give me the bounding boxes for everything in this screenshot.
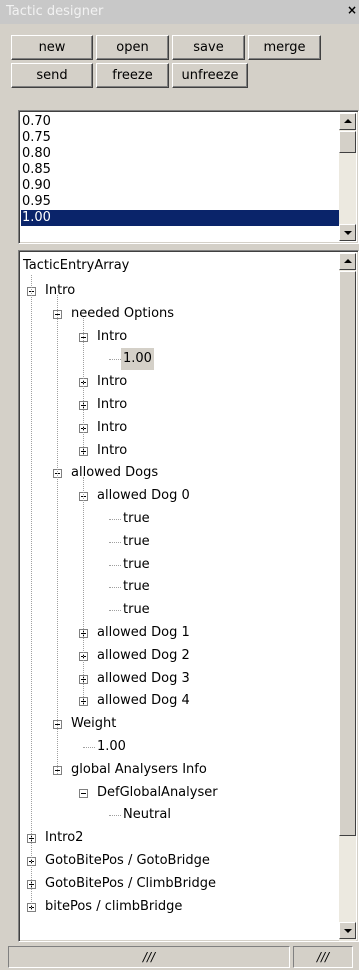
status-panel-side: /// bbox=[293, 946, 353, 968]
unfreeze-button[interactable]: unfreeze bbox=[172, 63, 248, 88]
tree-node[interactable]: DefGlobalAnalyser bbox=[97, 782, 218, 804]
list-item[interactable]: 0.95 bbox=[21, 194, 340, 210]
scroll-thumb[interactable] bbox=[339, 271, 356, 836]
tree-node[interactable]: allowed Dog 3 bbox=[97, 668, 190, 690]
tree-node[interactable]: allowed Dog 1 bbox=[97, 622, 190, 644]
window-title: Tactic designer bbox=[6, 4, 104, 19]
tree-scrollbar[interactable] bbox=[339, 253, 356, 941]
list-item[interactable]: 0.70 bbox=[21, 114, 340, 130]
list-item[interactable]: 0.85 bbox=[21, 162, 340, 178]
tree-node[interactable]: GotoBitePos / GotoBridge bbox=[45, 850, 210, 872]
value-listbox[interactable]: 0.70 0.75 0.80 0.85 0.90 0.95 1.00 bbox=[18, 110, 359, 244]
list-item[interactable]: 0.90 bbox=[21, 178, 340, 194]
status-panel-main: /// bbox=[8, 946, 290, 968]
tree-connector bbox=[109, 610, 121, 612]
tactic-tree[interactable]: TacticEntryArray Intro needed Options Intr… bbox=[18, 250, 359, 942]
tree-node[interactable]: 1.00 bbox=[97, 736, 126, 758]
list-item[interactable]: 0.75 bbox=[21, 130, 340, 146]
collapse-icon[interactable] bbox=[79, 788, 88, 798]
tree-root[interactable]: TacticEntryArray bbox=[23, 255, 129, 277]
tree-node[interactable]: Intro bbox=[45, 280, 75, 302]
freeze-button[interactable]: freeze bbox=[96, 63, 169, 88]
tree-node[interactable]: 1.00 bbox=[121, 348, 154, 371]
tree-guide-line bbox=[57, 295, 58, 774]
tree-node[interactable]: allowed Dog 2 bbox=[97, 645, 190, 667]
send-button[interactable]: send bbox=[11, 63, 93, 88]
tree-node[interactable]: Neutral bbox=[123, 804, 171, 826]
up-arrow-icon bbox=[344, 119, 352, 123]
tree-node[interactable]: Intro bbox=[97, 371, 127, 393]
tree-node[interactable]: bitePos / climbBridge bbox=[45, 896, 182, 918]
tree-node[interactable]: allowed Dog 4 bbox=[97, 690, 190, 712]
tree-connector bbox=[83, 747, 95, 748]
tree-node[interactable]: allowed Dogs bbox=[71, 462, 158, 484]
tree-node[interactable]: Intro2 bbox=[45, 827, 83, 849]
list-item-selected[interactable]: 1.00 bbox=[21, 210, 340, 226]
tree-node[interactable]: Intro bbox=[97, 417, 127, 439]
scroll-down-button[interactable] bbox=[339, 922, 356, 939]
tree-node[interactable]: Weight bbox=[71, 713, 116, 735]
status-bar: /// /// bbox=[0, 944, 359, 970]
up-arrow-icon bbox=[344, 259, 352, 263]
tree-connector bbox=[109, 519, 121, 520]
tree-guide-line bbox=[83, 477, 84, 706]
list-scrollbar[interactable] bbox=[339, 113, 356, 241]
merge-button[interactable]: merge bbox=[248, 35, 321, 60]
scroll-up-button[interactable] bbox=[339, 253, 356, 270]
scroll-down-button[interactable] bbox=[339, 224, 356, 241]
scroll-up-button[interactable] bbox=[339, 113, 356, 130]
down-arrow-icon bbox=[344, 929, 352, 933]
tree-node[interactable]: Intro bbox=[97, 440, 127, 462]
tree-node[interactable]: true bbox=[123, 576, 150, 598]
scroll-thumb[interactable] bbox=[339, 131, 356, 153]
tree-node[interactable]: Intro bbox=[97, 326, 127, 348]
tree-node[interactable]: Intro bbox=[97, 394, 127, 416]
close-icon[interactable]: × bbox=[347, 3, 357, 17]
new-button[interactable]: new bbox=[11, 35, 93, 60]
title-bar: Tactic designer × bbox=[0, 0, 359, 24]
tree-guide-line bbox=[31, 275, 32, 910]
tree-guide-line bbox=[83, 317, 84, 455]
tree-connector bbox=[109, 564, 121, 566]
tree-connector bbox=[109, 815, 121, 817]
tree-node[interactable]: true bbox=[123, 508, 150, 530]
tree-node[interactable]: global Analysers Info bbox=[71, 759, 207, 781]
down-arrow-icon bbox=[344, 231, 352, 235]
list-item[interactable]: 0.80 bbox=[21, 146, 340, 162]
tree-node[interactable]: GotoBitePos / ClimbBridge bbox=[45, 873, 216, 895]
tree-connector bbox=[109, 359, 121, 361]
tree-connector bbox=[109, 541, 121, 543]
tree-node[interactable]: allowed Dog 0 bbox=[97, 485, 190, 507]
tree-node[interactable]: true bbox=[123, 554, 150, 576]
tree-node[interactable]: needed Options bbox=[71, 303, 174, 325]
tree-node[interactable]: true bbox=[123, 599, 150, 621]
tree-connector bbox=[109, 587, 121, 589]
tree-node[interactable]: true bbox=[123, 531, 150, 553]
open-button[interactable]: open bbox=[96, 35, 169, 60]
save-button[interactable]: save bbox=[172, 35, 245, 60]
